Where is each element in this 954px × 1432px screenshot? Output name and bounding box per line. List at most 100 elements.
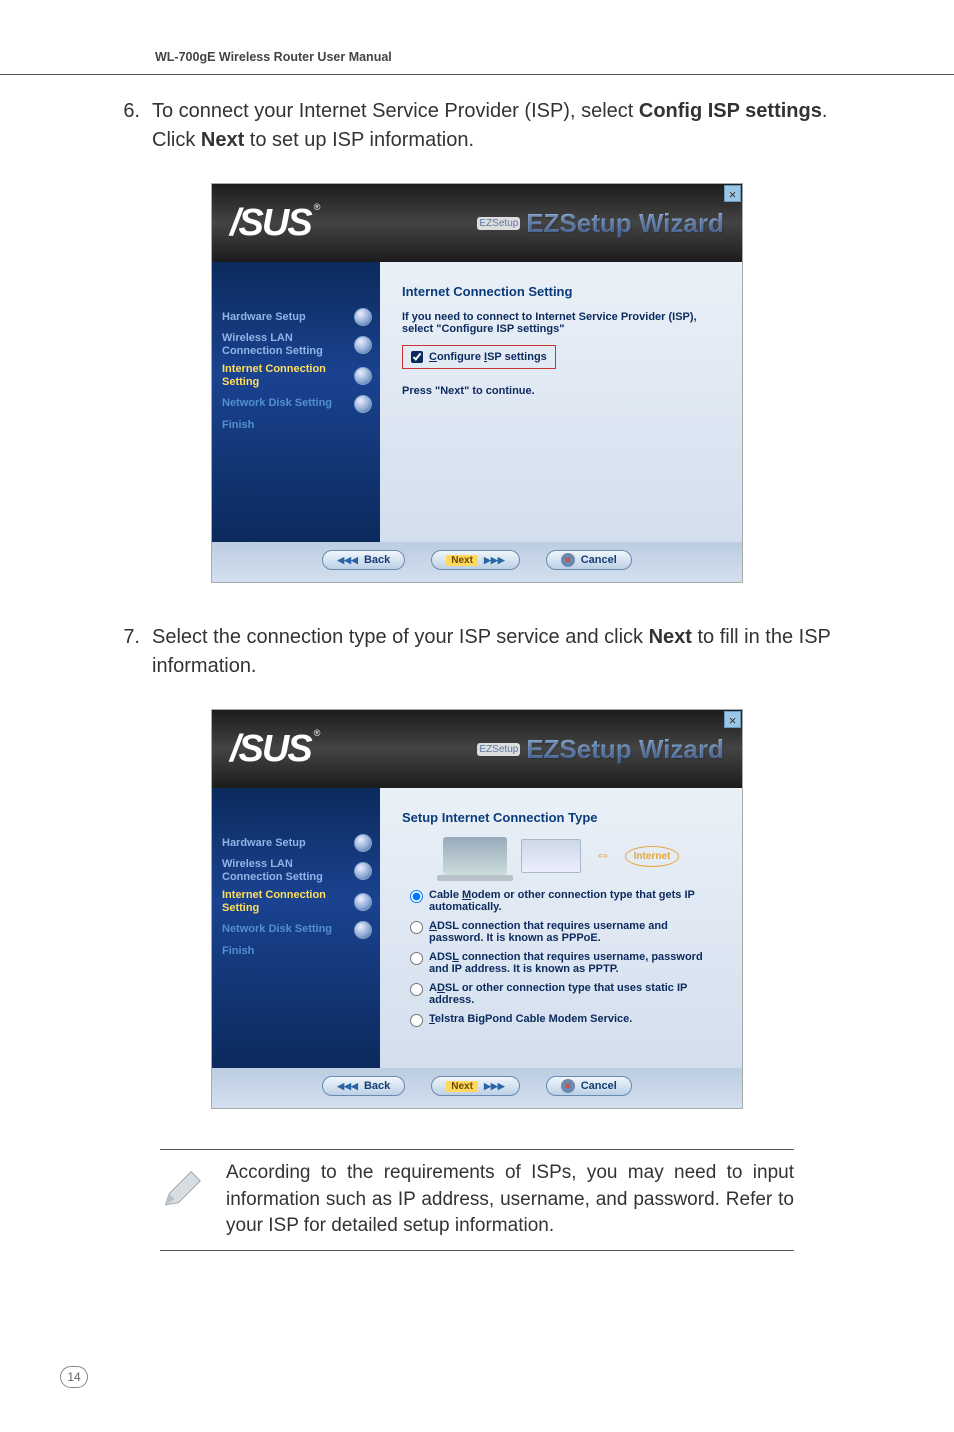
- sidebar-item-label: Finish: [222, 419, 254, 432]
- back-arrow-icon: ◀◀◀: [337, 555, 358, 566]
- panel-continue: Press "Next" to continue.: [402, 385, 720, 397]
- cancel-button[interactable]: ✕Cancel: [546, 1076, 632, 1096]
- next-arrow-icon: ▶▶▶: [484, 1081, 505, 1092]
- dialog1-header: /SUS® EZSetup EZSetup Wizard: [212, 184, 742, 262]
- step-7-text: Select the connection type of your ISP s…: [152, 623, 834, 681]
- ezsetup-dialog-2: × /SUS® EZSetup EZSetup Wizard Hardware …: [211, 709, 743, 1109]
- ezsetup-wizard-title: EZSetup Wizard: [526, 208, 724, 239]
- laptop-icon: [443, 837, 507, 875]
- radio-telstra[interactable]: [410, 1014, 423, 1027]
- step7-pre: Select the connection type of your ISP s…: [152, 626, 649, 648]
- sidebar-item: Hardware Setup: [222, 834, 370, 852]
- sidebar-item-label: Hardware Setup: [222, 311, 306, 324]
- step-dot-icon: [354, 395, 372, 413]
- cancel-x-icon: ✕: [561, 1079, 575, 1093]
- configure-isp-checkbox[interactable]: [411, 351, 423, 363]
- dialog1-body: Hardware Setup Wireless LAN Connection S…: [212, 262, 742, 542]
- dialog1-wrap: × /SUS® EZSetup EZSetup Wizard Hardware …: [120, 183, 834, 583]
- sidebar-item-label: Hardware Setup: [222, 837, 306, 850]
- sidebar-item-label: Finish: [222, 945, 254, 958]
- internet-oval: Internet: [625, 846, 680, 867]
- radio-adsl-pppoe[interactable]: [410, 921, 423, 934]
- sidebar-item: Hardware Setup: [222, 308, 370, 326]
- back-label: Back: [364, 1080, 390, 1092]
- step-7-number: 7.: [120, 623, 140, 652]
- page-number: 14: [60, 1366, 88, 1388]
- radio-cable-modem[interactable]: [410, 890, 423, 903]
- conn-type-option[interactable]: ADSL or other connection type that uses …: [410, 982, 720, 1006]
- note-block: According to the requirements of ISPs, y…: [160, 1149, 794, 1251]
- sidebar-item: Wireless LAN Connection Setting: [222, 858, 370, 883]
- conn-type-option[interactable]: ADSL connection that requires username a…: [410, 920, 720, 944]
- dialog2-footer: ◀◀◀ Back Next▶▶▶ ✕Cancel: [212, 1068, 742, 1108]
- step-dot-icon: [354, 336, 372, 354]
- configure-isp-label: Configure ISP settings: [429, 351, 547, 363]
- radio-adsl-pptp[interactable]: [410, 952, 423, 965]
- step6-pre: To connect your Internet Service Provide…: [152, 100, 639, 122]
- note-text: According to the requirements of ISPs, y…: [226, 1160, 794, 1240]
- close-icon[interactable]: ×: [724, 185, 741, 202]
- manual-title: WL-700gE Wireless Router User Manual: [155, 50, 392, 64]
- sidebar-item-label: Network Disk Setting: [222, 923, 332, 936]
- dialog2-wrap: × /SUS® EZSetup EZSetup Wizard Hardware …: [120, 709, 834, 1109]
- ezsetup-brand: EZSetup EZSetup Wizard: [477, 208, 724, 239]
- sidebar-item-label: Internet Connection Setting: [222, 889, 342, 914]
- dialog2-body: Hardware Setup Wireless LAN Connection S…: [212, 788, 742, 1068]
- ezsetup-icon: EZSetup: [477, 743, 520, 756]
- radio-static-ip[interactable]: [410, 983, 423, 996]
- step-dot-icon: [354, 862, 372, 880]
- sidebar-item-label: Internet Connection Setting: [222, 363, 342, 388]
- sidebar-item-label: Wireless LAN Connection Setting: [222, 858, 342, 883]
- back-label: Back: [364, 554, 390, 566]
- sidebar-item: Network Disk Setting: [222, 395, 370, 413]
- cancel-button[interactable]: ✕ Cancel: [546, 550, 632, 570]
- next-label: Next: [446, 555, 478, 566]
- router-icon: [521, 839, 581, 873]
- radio-label: ADSL connection that requires username a…: [429, 920, 720, 944]
- conn-type-option[interactable]: Telstra BigPond Cable Modem Service.: [410, 1013, 720, 1027]
- panel-title: Internet Connection Setting: [402, 284, 720, 299]
- step-6: 6. To connect your Internet Service Prov…: [120, 97, 834, 155]
- panel-title: Setup Internet Connection Type: [402, 810, 720, 825]
- step-7: 7. Select the connection type of your IS…: [120, 623, 834, 681]
- back-button[interactable]: ◀◀◀ Back: [322, 1076, 405, 1096]
- sidebar-item: Finish: [222, 945, 370, 958]
- connection-type-radios: Cable Modem or other connection type tha…: [410, 889, 720, 1027]
- step6-post: to set up ISP information.: [244, 129, 474, 151]
- close-icon[interactable]: ×: [724, 711, 741, 728]
- next-arrow-icon: ▶▶▶: [484, 555, 505, 566]
- back-button[interactable]: ◀◀◀ Back: [322, 550, 405, 570]
- cancel-x-icon: ✕: [561, 553, 575, 567]
- radio-label: Cable Modem or other connection type tha…: [429, 889, 720, 913]
- ezsetup-icon: EZSetup: [477, 217, 520, 230]
- back-arrow-icon: ◀◀◀: [337, 1081, 358, 1092]
- connection-diagram: ⇔ Internet: [402, 837, 720, 875]
- cancel-label: Cancel: [581, 554, 617, 566]
- pencil-note-icon: [160, 1160, 204, 1212]
- step-dot-icon: [354, 834, 372, 852]
- sidebar-item: Internet Connection Setting: [222, 363, 370, 388]
- step-6-number: 6.: [120, 97, 140, 126]
- step6-bold1: Config ISP settings: [639, 100, 822, 122]
- configure-isp-checkbox-row[interactable]: Configure ISP settings: [402, 345, 556, 369]
- panel-intro: If you need to connect to Internet Servi…: [402, 311, 720, 335]
- radio-label: Telstra BigPond Cable Modem Service.: [429, 1013, 632, 1025]
- dialog1-sidebar: Hardware Setup Wireless LAN Connection S…: [212, 262, 380, 542]
- step7-bold1: Next: [649, 626, 692, 648]
- bidirectional-arrow-icon: ⇔: [595, 847, 611, 865]
- radio-label: ADSL or other connection type that uses …: [429, 982, 720, 1006]
- dialog2-header: /SUS® EZSetup EZSetup Wizard: [212, 710, 742, 788]
- next-button[interactable]: Next▶▶▶: [431, 1076, 519, 1096]
- next-button[interactable]: Next ▶▶▶: [431, 550, 519, 570]
- conn-type-option[interactable]: Cable Modem or other connection type tha…: [410, 889, 720, 913]
- step6-bold2: Next: [201, 129, 244, 151]
- ezsetup-dialog-1: × /SUS® EZSetup EZSetup Wizard Hardware …: [211, 183, 743, 583]
- conn-type-option[interactable]: ADSL connection that requires username, …: [410, 951, 720, 975]
- sidebar-item-label: Wireless LAN Connection Setting: [222, 332, 342, 357]
- ezsetup-wizard-title: EZSetup Wizard: [526, 734, 724, 765]
- step-6-text: To connect your Internet Service Provide…: [152, 97, 834, 155]
- content-area: 6. To connect your Internet Service Prov…: [0, 97, 954, 1251]
- step-dot-icon: [354, 921, 372, 939]
- step-dot-icon: [354, 367, 372, 385]
- dialog1-footer: ◀◀◀ Back Next ▶▶▶ ✕ Cancel: [212, 542, 742, 582]
